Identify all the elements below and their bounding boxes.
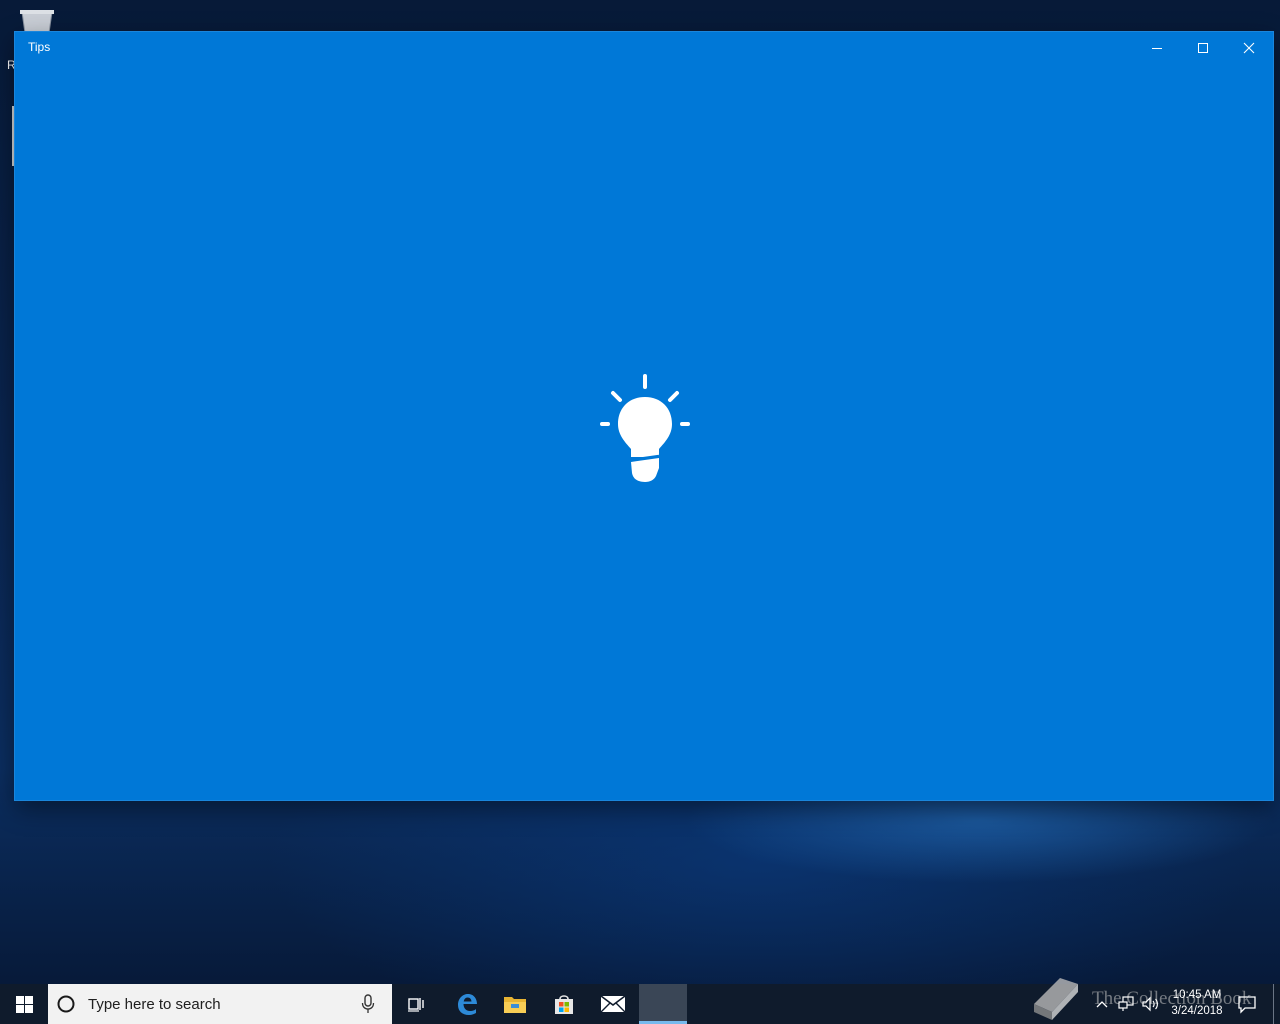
minimize-icon <box>1152 47 1162 49</box>
minimize-button[interactable] <box>1134 32 1180 63</box>
task-view-button[interactable] <box>392 984 440 1024</box>
show-desktop-button[interactable] <box>1273 984 1274 1024</box>
volume-icon <box>1142 996 1158 1012</box>
mail-icon <box>600 995 626 1013</box>
cortana-icon <box>57 995 75 1013</box>
taskbar-search-box[interactable]: Type here to search <box>48 984 392 1024</box>
store-button[interactable] <box>540 984 588 1024</box>
close-button[interactable] <box>1226 32 1272 63</box>
tips-window: Tips <box>15 32 1273 800</box>
lightbulb-icon <box>600 374 690 482</box>
start-button[interactable] <box>0 984 48 1024</box>
title-bar[interactable]: Tips <box>15 32 1273 63</box>
window-title: Tips <box>28 40 51 54</box>
tips-taskbar-button[interactable] <box>639 984 687 1024</box>
background-edge <box>1272 330 1280 700</box>
volume-button[interactable] <box>1141 994 1161 1014</box>
edge-taskbar-button[interactable] <box>443 984 491 1024</box>
book-icon <box>1034 978 1078 1020</box>
maximize-icon <box>1198 42 1208 53</box>
file-explorer-button[interactable] <box>491 984 539 1024</box>
task-view-icon <box>408 998 424 1012</box>
microphone-icon[interactable] <box>360 994 376 1014</box>
taskbar-clock[interactable]: 10:45 AM 3/24/2018 <box>1160 987 1234 1019</box>
desktop: R Tips Type here to search The Collectio… <box>0 0 1280 1024</box>
maximize-button[interactable] <box>1180 32 1226 63</box>
chevron-up-icon <box>1096 1001 1108 1008</box>
network-icon <box>1118 996 1134 1011</box>
windows-logo-icon <box>15 995 33 1013</box>
store-icon <box>555 995 573 1014</box>
show-hidden-icons-button[interactable] <box>1094 994 1110 1014</box>
action-center-icon[interactable] <box>1237 994 1257 1014</box>
taskbar: Type here to search <box>0 984 1280 1024</box>
network-button[interactable] <box>1117 994 1137 1014</box>
clock-time: 10:45 AM <box>1172 989 1222 1001</box>
file-explorer-icon <box>504 997 526 1013</box>
search-placeholder[interactable]: Type here to search <box>88 996 221 1013</box>
edge-icon <box>458 994 477 1015</box>
clock-date: 3/24/2018 <box>1171 1005 1223 1017</box>
mail-button[interactable] <box>589 984 637 1024</box>
close-icon <box>1243 42 1255 53</box>
